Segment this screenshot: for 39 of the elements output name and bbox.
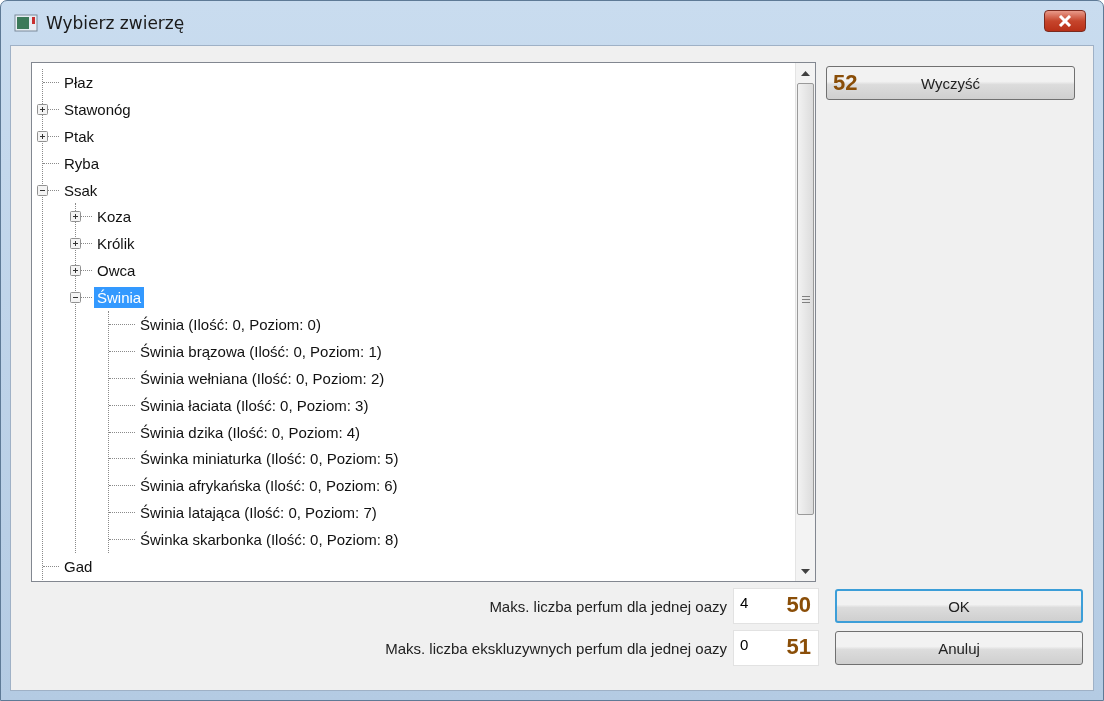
collapse-icon[interactable] [37,184,48,196]
number-label: 51 [786,634,811,660]
scrollbar-drawing[interactable] [795,63,815,581]
expand-icon[interactable] [70,238,81,250]
tree-item[interactable]: Świnia łaciata (Ilość: 0, Poziom: 3) [137,394,372,416]
tree-view[interactable] [31,62,816,582]
clear-button[interactable]: 52 Wyczyść [826,66,1075,100]
tree-item[interactable]: Świnia dzika (Ilość: 0, Poziom: 4) [137,421,364,443]
tree-item[interactable]: Świnia latająca (Ilość: 0, Poziom: 7) [137,502,380,524]
field-label: Maks. liczba perfum dla jednej oazy [489,597,727,615]
tree-item[interactable]: Płaz [61,71,97,93]
expand-icon[interactable] [37,130,48,142]
window-icon [14,14,38,32]
expand-icon[interactable] [70,265,81,277]
tree-item[interactable]: Świnia brązowa (Ilość: 0, Poziom: 1) [137,340,385,362]
number-label: 52 [833,70,858,96]
field-label: Maks. liczba ekskluzywnych perfum dla jednej oazy [385,639,727,657]
expand-icon[interactable] [70,211,81,223]
tree-item[interactable]: Świnia wełniana (Ilość: 0, Poziom: 2) [137,367,388,389]
tree-item[interactable]: Ptak [61,125,97,147]
ok-button[interactable]: OK [835,589,1083,623]
number-label: 50 [786,592,811,618]
tree-item[interactable]: Koza [94,206,135,228]
close-icon [1058,15,1072,27]
collapse-icon[interactable] [70,292,81,304]
tree-item[interactable]: Stawonóg [61,98,134,120]
window-title: Wybierz zwierzę [46,13,186,33]
tree-item[interactable]: Świnia (Ilość: 0, Poziom: 0) [137,313,324,335]
cancel-button[interactable]: Anuluj [835,631,1083,665]
tree-item[interactable]: Świnka miniaturka (Ilość: 0, Poziom: 5) [137,448,402,470]
tree-item[interactable]: Ssak [61,179,101,201]
tree-item[interactable]: Świnka skarbonka (Ilość: 0, Poziom: 8) [137,529,402,551]
tree-item[interactable]: Ryba [61,152,103,174]
expand-icon[interactable] [37,103,48,115]
tree-item[interactable]: Gad [61,555,96,577]
close-button[interactable] [1044,10,1086,32]
tree-item[interactable]: Świnia afrykańska (Ilość: 0, Poziom: 6) [137,475,401,497]
tree-item[interactable]: Królik [94,233,138,255]
tree-item[interactable]: Owca [94,260,139,282]
